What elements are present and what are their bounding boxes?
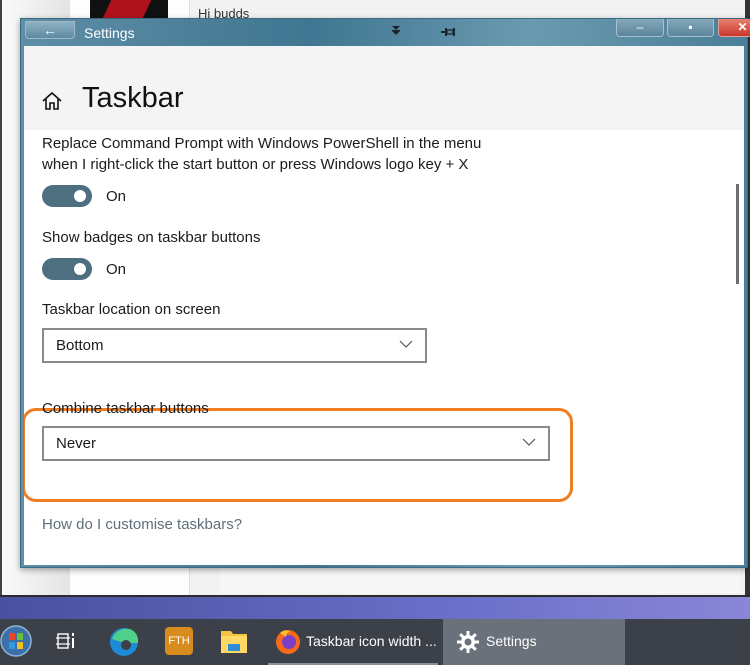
back-button[interactable]: ← <box>25 21 75 39</box>
title-bar[interactable]: ← Settings – ▪ ✕ <box>21 19 750 46</box>
powershell-label-line2: when I right-click the start button or p… <box>42 156 469 173</box>
window-title: Settings <box>84 25 135 41</box>
close-button[interactable]: ✕ <box>718 19 750 37</box>
taskbar: FTH Taskbar icon width ... Settings <box>0 619 750 665</box>
desktop-strip <box>0 595 750 619</box>
powershell-toggle-state: On <box>106 188 127 205</box>
edge-icon <box>110 628 139 656</box>
powershell-label-line1: Replace Command Prompt with Windows Powe… <box>42 135 482 152</box>
location-setting-label: Taskbar location on screen <box>42 301 221 318</box>
scrollbar-thumb[interactable] <box>736 184 739 284</box>
badges-toggle[interactable] <box>42 258 92 280</box>
fth-icon: FTH <box>165 627 193 655</box>
help-link[interactable]: How do I customise taskbars? <box>42 516 242 533</box>
edge-taskbar-button[interactable] <box>105 619 143 665</box>
gear-icon <box>457 631 479 653</box>
badges-setting-label: Show badges on taskbar buttons <box>42 229 261 246</box>
settings-task-label: Settings <box>486 633 537 649</box>
settings-taskbar-button[interactable]: Settings <box>443 619 625 665</box>
double-chevron-down-icon[interactable] <box>391 25 401 40</box>
toggle-knob <box>74 190 86 202</box>
maximize-button[interactable]: ▪ <box>667 19 714 37</box>
pin-icon[interactable] <box>441 25 455 40</box>
firefox-icon <box>276 630 300 654</box>
combine-setting-label: Combine taskbar buttons <box>42 400 209 417</box>
task-view-button[interactable] <box>50 619 82 665</box>
powershell-setting-label: Replace Command Prompt with Windows Powe… <box>42 133 481 175</box>
fth-taskbar-button[interactable]: FTH <box>160 619 198 665</box>
badges-toggle-state: On <box>106 261 127 278</box>
settings-content: Taskbar Replace Command Prompt with Wind… <box>24 46 744 565</box>
minimize-button[interactable]: – <box>616 19 664 37</box>
background-bottom-panel <box>220 567 740 593</box>
dropdown-value: Bottom <box>56 337 104 354</box>
file-explorer-taskbar-button[interactable] <box>215 619 253 665</box>
powershell-toggle[interactable] <box>42 185 92 207</box>
start-button[interactable] <box>0 619 36 665</box>
firefox-task-label: Taskbar icon width ... <box>306 633 437 649</box>
chevron-down-icon <box>522 438 536 446</box>
settings-window: ← Settings – ▪ ✕ Taskbar Replace Command… <box>20 18 750 568</box>
toggle-knob <box>74 263 86 275</box>
taskbar-location-dropdown[interactable]: Bottom <box>42 328 427 363</box>
home-icon[interactable] <box>41 90 63 112</box>
firefox-taskbar-button[interactable]: Taskbar icon width ... <box>268 619 438 665</box>
windows-orb-icon <box>0 625 32 657</box>
page-title: Taskbar <box>82 82 184 114</box>
combine-buttons-dropdown[interactable]: Never <box>42 426 550 461</box>
folder-icon <box>221 631 247 653</box>
task-view-icon <box>56 633 74 649</box>
dropdown-value: Never <box>56 435 97 452</box>
chevron-down-icon <box>399 340 413 348</box>
